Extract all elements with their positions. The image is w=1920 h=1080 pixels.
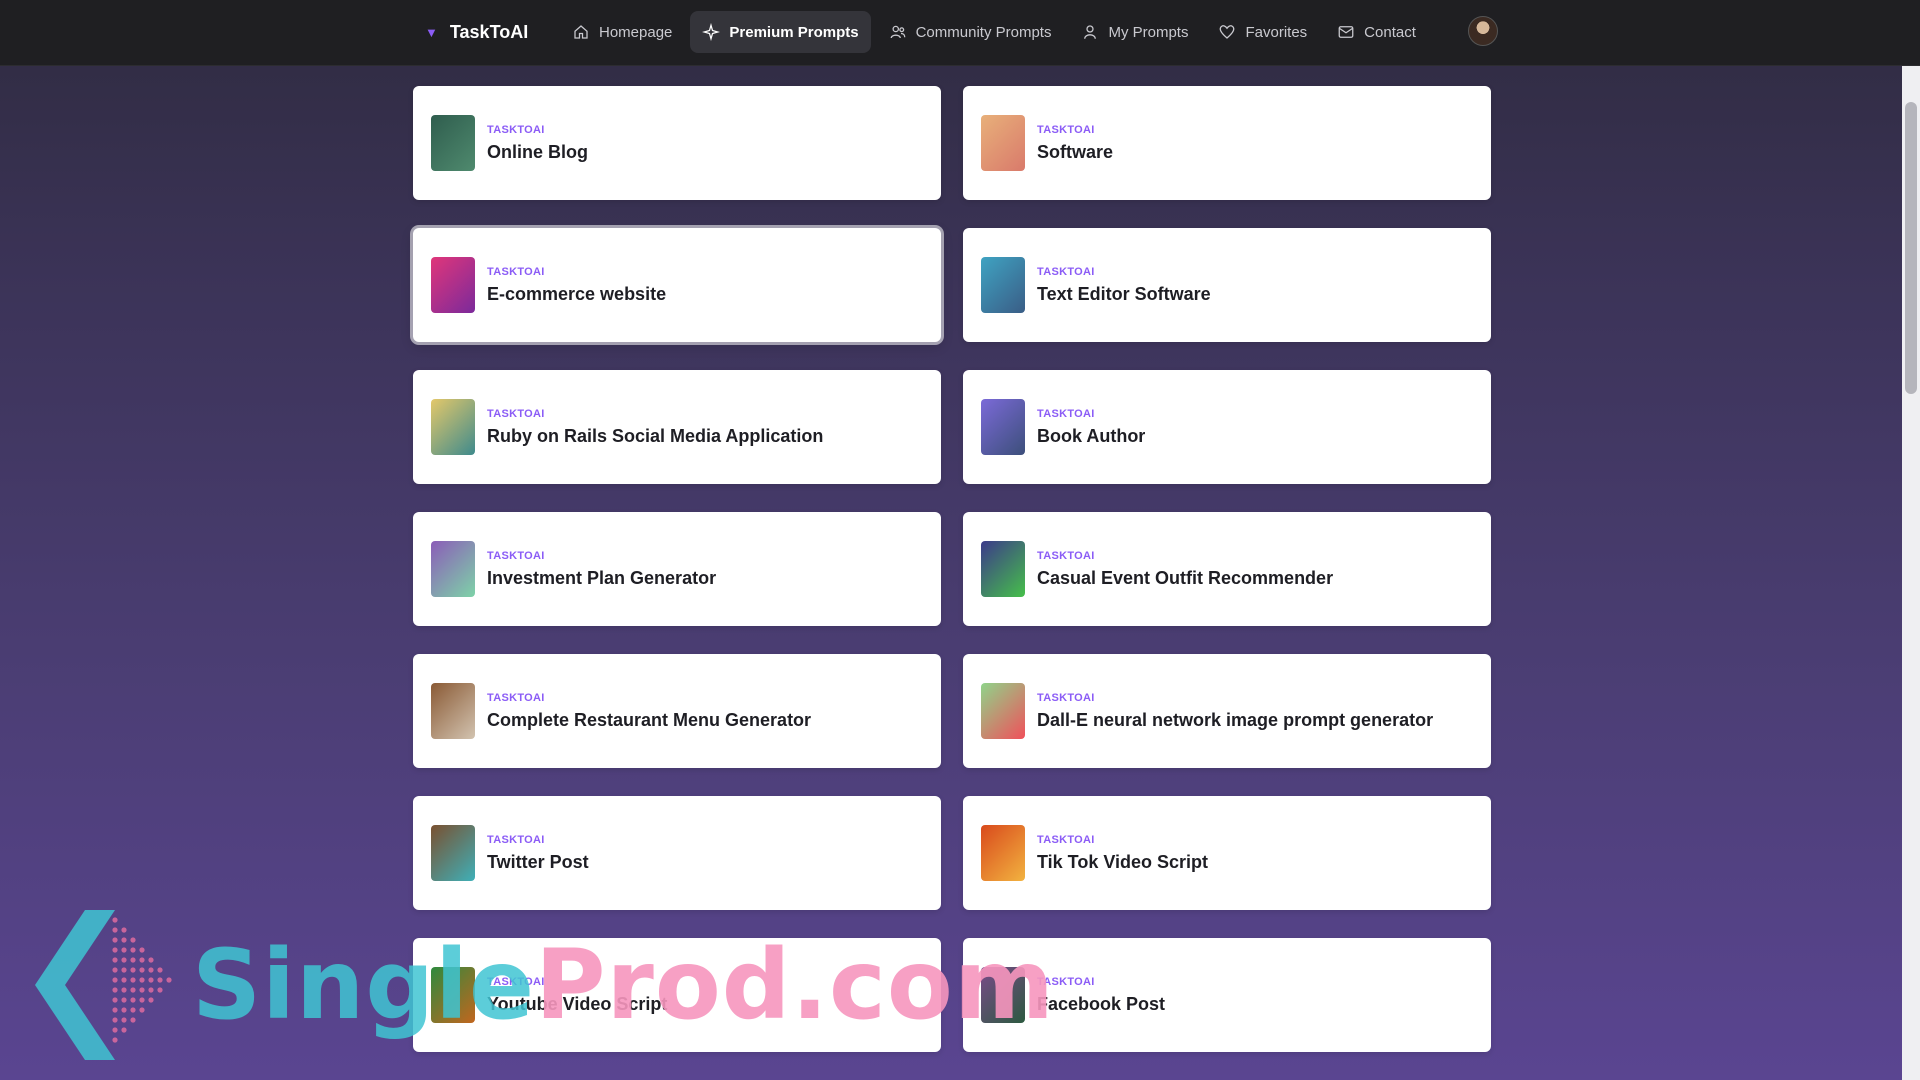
prompt-thumbnail	[981, 541, 1025, 597]
prompt-card-title: Dall-E neural network image prompt gener…	[1037, 709, 1434, 730]
prompt-card-text: TASKTOAI Casual Event Outfit Recommender	[1037, 550, 1333, 589]
prompt-card[interactable]: TASKTOAI Dall-E neural network image prom…	[963, 654, 1491, 768]
prompt-card[interactable]: TASKTOAI Text Editor Software	[963, 228, 1491, 342]
prompt-card-text: TASKTOAI Youtube Video Script	[487, 976, 667, 1015]
prompt-card-tag: TASKTOAI	[1037, 123, 1095, 136]
prompt-card-title: Ruby on Rails Social Media Application	[487, 425, 824, 446]
heart-icon	[1218, 23, 1236, 41]
nav-item-homepage[interactable]: Homepage	[560, 11, 684, 53]
prompt-thumbnail	[431, 399, 475, 455]
prompt-card-tag: TASKTOAI	[1037, 833, 1095, 846]
watermark-logo-icon	[35, 910, 172, 1060]
prompt-card-text: TASKTOAI Online Blog	[487, 124, 588, 163]
prompt-card-title: Software	[1037, 141, 1114, 162]
prompt-thumbnail	[431, 115, 475, 171]
prompt-card-title: Youtube Video Script	[487, 993, 668, 1014]
prompt-card[interactable]: TASKTOAI Ruby on Rails Social Media Appli…	[413, 370, 941, 484]
prompt-card-text: TASKTOAI Text Editor Software	[1037, 266, 1211, 305]
sparkle-icon	[702, 23, 721, 41]
prompt-card[interactable]: TASKTOAI Complete Restaurant Menu Generat…	[413, 654, 941, 768]
brand-name: TaskToAI	[449, 21, 529, 42]
prompt-card-title: Facebook Post	[1037, 993, 1166, 1014]
nav-item-my-prompts[interactable]: My Prompts	[1069, 11, 1200, 53]
nav-item-premium-prompts[interactable]: Premium Prompts	[690, 11, 871, 53]
brand[interactable]: ▼ TaskToAI	[425, 0, 528, 64]
prompt-card-tag: TASKTOAI	[1037, 549, 1095, 562]
prompt-card-tag: TASKTOAI	[487, 265, 545, 278]
prompt-thumbnail	[981, 399, 1025, 455]
scrollbar-thumb[interactable]	[1905, 102, 1917, 394]
prompt-card[interactable]: TASKTOAI Facebook Post	[963, 938, 1491, 1052]
prompt-card-title: E-commerce website	[487, 283, 667, 304]
prompt-card-tag: TASKTOAI	[487, 975, 545, 988]
prompt-card-text: TASKTOAI Investment Plan Generator	[487, 550, 716, 589]
prompt-card[interactable]: TASKTOAI Investment Plan Generator	[413, 512, 941, 626]
nav-item-label: Premium Prompts	[729, 23, 859, 41]
prompt-card[interactable]: TASKTOAI Online Blog	[413, 86, 941, 200]
prompt-card-tag: TASKTOAI	[1037, 407, 1095, 420]
prompt-thumbnail	[981, 257, 1025, 313]
prompt-thumbnail	[981, 115, 1025, 171]
prompt-card-tag: TASKTOAI	[487, 833, 545, 846]
nav-item-label: Homepage	[599, 23, 673, 41]
prompt-card-tag: TASKTOAI	[487, 549, 545, 562]
top-navbar: ▼ TaskToAI Homepage Premium Prompts Commun…	[0, 0, 1920, 66]
prompt-card-text: TASKTOAI Software	[1037, 124, 1113, 163]
prompt-card-title: Twitter Post	[487, 851, 589, 872]
prompt-thumbnail	[981, 825, 1025, 881]
prompt-card-tag: TASKTOAI	[487, 691, 545, 704]
nav-item-label: My Prompts	[1108, 23, 1189, 41]
prompt-card-tag: TASKTOAI	[1037, 265, 1095, 278]
prompt-card-tag: TASKTOAI	[487, 407, 545, 420]
main-nav: Homepage Premium Prompts Community Prompts…	[560, 11, 1428, 53]
prompt-card-text: TASKTOAI Tik Tok Video Script	[1037, 834, 1208, 873]
prompt-thumbnail	[431, 541, 475, 597]
prompt-thumbnail	[431, 257, 475, 313]
mail-icon	[1337, 23, 1355, 41]
prompt-grid: TASKTOAI Online Blog TASKTOAI Software TASKT…	[413, 86, 1491, 1052]
prompt-card[interactable]: TASKTOAI Youtube Video Script	[413, 938, 941, 1052]
prompt-card-title: Complete Restaurant Menu Generator	[487, 709, 812, 730]
home-icon	[572, 23, 590, 41]
nav-item-community-prompts[interactable]: Community Prompts	[877, 11, 1064, 53]
prompt-card-tag: TASKTOAI	[1037, 975, 1095, 988]
prompt-card-text: TASKTOAI Facebook Post	[1037, 976, 1165, 1015]
prompt-card[interactable]: TASKTOAI Twitter Post	[413, 796, 941, 910]
prompt-card[interactable]: TASKTOAI Casual Event Outfit Recommender	[963, 512, 1491, 626]
brand-logo-icon: ▼	[425, 24, 438, 40]
users-icon	[889, 23, 907, 41]
prompt-thumbnail	[431, 683, 475, 739]
prompt-card-text: TASKTOAI Book Author	[1037, 408, 1145, 447]
prompt-card[interactable]: TASKTOAI E-commerce website	[413, 228, 941, 342]
prompt-card-title: Investment Plan Generator	[487, 567, 717, 588]
prompt-card-text: TASKTOAI Ruby on Rails Social Media Appli…	[487, 408, 823, 447]
user-avatar[interactable]	[1468, 16, 1498, 46]
nav-item-label: Favorites	[1245, 23, 1308, 41]
prompt-card-text: TASKTOAI Twitter Post	[487, 834, 589, 873]
prompt-card-title: Tik Tok Video Script	[1037, 851, 1209, 872]
prompt-card-title: Book Author	[1037, 425, 1146, 446]
prompt-thumbnail	[431, 967, 475, 1023]
nav-item-contact[interactable]: Contact	[1325, 11, 1428, 53]
prompt-card[interactable]: TASKTOAI Tik Tok Video Script	[963, 796, 1491, 910]
prompt-card-title: Text Editor Software	[1037, 283, 1211, 304]
prompt-thumbnail	[981, 683, 1025, 739]
nav-item-label: Community Prompts	[915, 23, 1052, 41]
prompt-card-tag: TASKTOAI	[1037, 691, 1095, 704]
prompt-card-tag: TASKTOAI	[487, 123, 545, 136]
prompt-card-title: Casual Event Outfit Recommender	[1037, 567, 1334, 588]
prompt-card-text: TASKTOAI Dall-E neural network image prom…	[1037, 692, 1433, 731]
prompt-card-title: Online Blog	[487, 141, 588, 162]
prompt-card-text: TASKTOAI Complete Restaurant Menu Generat…	[487, 692, 811, 731]
user-icon	[1081, 23, 1099, 41]
prompt-card[interactable]: TASKTOAI Book Author	[963, 370, 1491, 484]
prompt-card-text: TASKTOAI E-commerce website	[487, 266, 666, 305]
prompt-thumbnail	[431, 825, 475, 881]
prompt-thumbnail	[981, 967, 1025, 1023]
nav-item-label: Contact	[1364, 23, 1416, 41]
prompt-card[interactable]: TASKTOAI Software	[963, 86, 1491, 200]
nav-item-favorites[interactable]: Favorites	[1206, 11, 1319, 53]
